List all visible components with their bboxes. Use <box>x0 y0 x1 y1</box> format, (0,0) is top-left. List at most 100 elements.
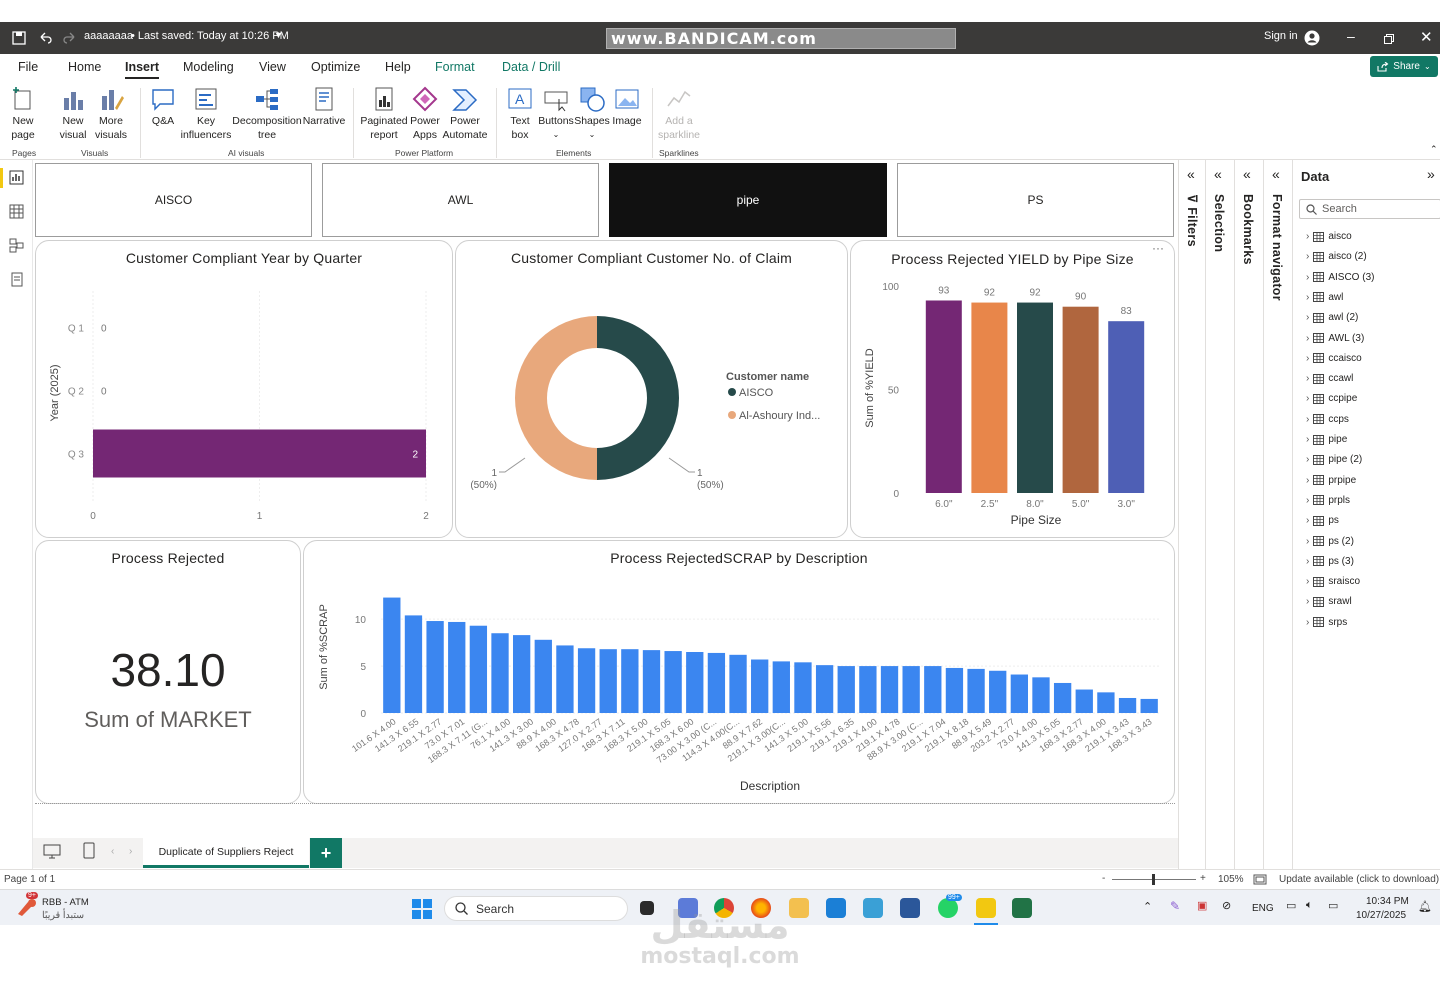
menu-view[interactable]: View <box>259 60 286 74</box>
page-tab-active[interactable]: Duplicate of Suppliers Reject <box>143 838 309 868</box>
undo-icon[interactable] <box>38 31 52 45</box>
slicer-tile[interactable]: AISCO <box>35 163 312 237</box>
data-table-item[interactable]: › pipe <box>1306 434 1347 445</box>
selection-pane[interactable]: « Selection <box>1205 160 1234 870</box>
data-table-item[interactable]: › ps (2) <box>1306 536 1354 547</box>
visual-claim-donut-chart[interactable]: Customer Compliant Customer No. of Claim… <box>455 240 848 538</box>
share-button[interactable]: Share ⌄ <box>1370 56 1438 77</box>
account-icon[interactable] <box>1304 30 1320 46</box>
tray-overflow-icon[interactable]: ⌃ <box>1143 900 1152 913</box>
menu-format[interactable]: Format <box>435 60 475 74</box>
data-table-item[interactable]: › sraisco <box>1306 576 1360 587</box>
redo-icon[interactable] <box>63 31 77 45</box>
menu-home[interactable]: Home <box>68 60 101 74</box>
power-apps-button[interactable]: Power Apps <box>408 86 442 142</box>
expand-bookmarks-icon[interactable]: « <box>1243 166 1251 182</box>
dax-query-icon[interactable] <box>9 272 24 287</box>
data-table-item[interactable]: › prpls <box>1306 495 1350 506</box>
fit-to-page-icon[interactable] <box>1253 874 1267 885</box>
data-table-item[interactable]: › pipe (2) <box>1306 454 1362 465</box>
file-name[interactable]: aaaaaaaa <box>84 30 133 42</box>
chevron-right-icon[interactable]: › <box>1306 515 1309 526</box>
chevron-right-icon[interactable]: › <box>1306 434 1309 445</box>
weather-icon[interactable] <box>14 898 36 918</box>
data-table-item[interactable]: › ccpipe <box>1306 393 1357 404</box>
desktop-layout-icon[interactable] <box>43 844 61 860</box>
data-table-item[interactable]: › ps (3) <box>1306 556 1354 567</box>
data-table-item[interactable]: › awl (2) <box>1306 312 1358 323</box>
restore-icon[interactable] <box>1384 34 1394 44</box>
qna-button[interactable]: Q&A <box>146 86 180 128</box>
vs-code-icon[interactable] <box>826 898 846 918</box>
data-table-item[interactable]: › ccps <box>1306 414 1349 425</box>
data-table-item[interactable]: › aisco (2) <box>1306 251 1367 262</box>
minimize-icon[interactable]: – <box>1347 28 1355 44</box>
chevron-right-icon[interactable]: › <box>1306 414 1309 425</box>
buttons-button[interactable]: Buttons ⌄ <box>537 86 575 142</box>
visual-yield-column-chart[interactable]: Process Rejected YIELD by Pipe Size ··· … <box>850 240 1175 538</box>
chevron-right-icon[interactable]: › <box>1306 393 1309 404</box>
update-notice[interactable]: Update available (click to download) <box>1279 874 1439 885</box>
prev-page-icon[interactable]: ‹ <box>111 846 114 857</box>
menu-modeling[interactable]: Modeling <box>183 60 234 74</box>
collapse-data-pane-icon[interactable]: » <box>1427 166 1435 182</box>
chevron-right-icon[interactable]: › <box>1306 272 1309 283</box>
slicer-tile[interactable]: AWL <box>322 163 599 237</box>
power-bi-icon[interactable] <box>976 898 996 918</box>
menu-optimize[interactable]: Optimize <box>311 60 360 74</box>
filters-pane[interactable]: « ⊽ Filters <box>1178 160 1204 870</box>
chevron-right-icon[interactable]: › <box>1306 596 1309 607</box>
chevron-right-icon[interactable]: › <box>1306 333 1309 344</box>
battery-icon[interactable]: ▭ <box>1328 899 1338 912</box>
format-navigator-pane[interactable]: « Format navigator <box>1263 160 1292 870</box>
narrative-button[interactable]: Narrative <box>302 86 346 128</box>
add-sparkline-button[interactable]: Add a sparkline <box>656 86 702 142</box>
chevron-right-icon[interactable]: › <box>1306 373 1309 384</box>
model-view-icon[interactable] <box>9 238 24 253</box>
add-page-button[interactable]: + <box>310 838 342 868</box>
decomposition-tree-button[interactable]: Decomposition tree <box>232 86 302 142</box>
zoom-out-icon[interactable]: - <box>1102 873 1105 884</box>
paginated-report-button[interactable]: Paginated report <box>360 86 408 142</box>
menu-help[interactable]: Help <box>385 60 411 74</box>
taskbar-search[interactable]: Search <box>444 896 628 921</box>
more-visuals-button[interactable]: More visuals <box>92 86 130 142</box>
data-table-item[interactable]: › srps <box>1306 617 1347 628</box>
expand-filters-icon[interactable]: « <box>1187 166 1195 182</box>
data-table-item[interactable]: › awl <box>1306 292 1343 303</box>
menu-insert[interactable]: Insert <box>125 60 160 79</box>
new-page-button[interactable]: New page <box>6 86 40 142</box>
table-view-icon[interactable] <box>9 204 24 219</box>
chevron-right-icon[interactable]: › <box>1306 495 1309 506</box>
slicer-tile-selected[interactable]: pipe <box>609 163 887 237</box>
zoom-slider-thumb[interactable] <box>1152 874 1155 885</box>
zoom-in-icon[interactable]: + <box>1200 873 1206 884</box>
menu-file[interactable]: File <box>18 60 38 74</box>
network-off-icon[interactable]: ⊘ <box>1222 899 1231 912</box>
data-table-item[interactable]: › AWL (3) <box>1306 333 1364 344</box>
chevron-right-icon[interactable]: › <box>1306 231 1309 242</box>
key-influencers-button[interactable]: Key influencers <box>180 86 232 142</box>
report-view-icon[interactable] <box>9 170 24 185</box>
chevron-right-icon[interactable]: › <box>1306 353 1309 364</box>
clock-time[interactable]: 10:34 PM <box>1366 896 1409 907</box>
next-page-icon[interactable]: › <box>129 846 132 857</box>
image-button[interactable]: Image <box>610 86 644 128</box>
last-saved[interactable]: • Last saved: Today at 10:26 PM <box>131 30 289 42</box>
text-box-button[interactable]: A Text box <box>503 86 537 142</box>
chevron-right-icon[interactable]: › <box>1306 576 1309 587</box>
excel-icon[interactable] <box>1012 898 1032 918</box>
whatsapp-icon[interactable] <box>938 898 958 918</box>
sign-in-link[interactable]: Sign in <box>1264 30 1298 42</box>
chevron-right-icon[interactable]: › <box>1306 475 1309 486</box>
slicer-tile[interactable]: PS <box>897 163 1174 237</box>
security-icon[interactable]: ▣ <box>1197 899 1207 912</box>
chevron-right-icon[interactable]: › <box>1306 312 1309 323</box>
language-indicator[interactable]: ENG <box>1252 903 1274 914</box>
bookmarks-pane[interactable]: « Bookmarks <box>1234 160 1263 870</box>
visual-scrap-column-chart[interactable]: Process RejectedSCRAP by Description Sum… <box>303 540 1175 804</box>
mobile-layout-icon[interactable] <box>83 842 95 859</box>
chevron-right-icon[interactable]: › <box>1306 617 1309 628</box>
close-icon[interactable]: ✕ <box>1420 28 1433 46</box>
data-table-item[interactable]: › srawl <box>1306 596 1352 607</box>
